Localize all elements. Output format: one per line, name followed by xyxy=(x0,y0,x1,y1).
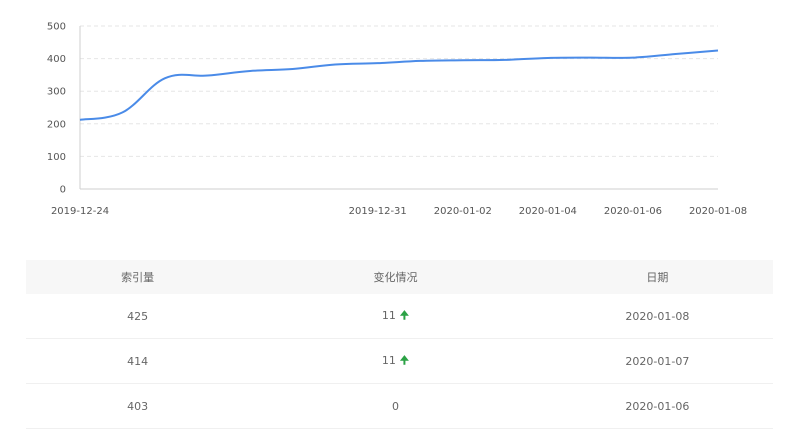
x-tick-label: 2019-12-24 xyxy=(51,206,109,217)
table-row: 414 11 🠉 2020-01-07 xyxy=(26,338,773,384)
change-value: 11 xyxy=(381,353,396,367)
index-trend-chart: 0 100 200 300 400 500 2019-12-24 2019-12-31 2020… xyxy=(47,22,747,218)
index-table: 索引量 变化情况 日期 425 11 🠉 2020-01-08 414 11 🠉 2… xyxy=(26,260,773,429)
table-row: 403 0 2020-01-06 xyxy=(26,383,773,429)
table-header-row: 索引量 变化情况 日期 xyxy=(26,260,773,294)
header-index-count: 索引量 xyxy=(26,260,250,294)
change-value: 11 xyxy=(381,308,396,322)
arrow-up-icon: 🠉 xyxy=(399,353,410,367)
cell-change: 11 🠉 xyxy=(249,338,542,384)
cell-date: 2020-01-07 xyxy=(541,338,773,384)
cell-change: 11 🠉 xyxy=(249,294,542,339)
cell-count: 414 xyxy=(26,338,250,384)
y-tick-label: 500 xyxy=(47,22,66,33)
table-row: 425 11 🠉 2020-01-08 xyxy=(26,294,773,339)
x-tick-label: 2020-01-06 xyxy=(604,206,662,217)
series-line xyxy=(79,49,719,121)
cell-count: 425 xyxy=(26,294,250,339)
change-value: 0 xyxy=(391,399,399,413)
cell-change: 0 xyxy=(249,383,542,429)
cell-date: 2020-01-06 xyxy=(541,383,773,429)
y-tick-label: 300 xyxy=(47,87,66,98)
y-tick-label: 0 xyxy=(60,185,66,196)
y-tick-label: 400 xyxy=(47,54,66,65)
x-tick-label: 2019-12-31 xyxy=(349,206,407,217)
y-tick-label: 200 xyxy=(47,119,66,130)
y-tick-label: 100 xyxy=(47,152,66,163)
cell-count: 403 xyxy=(26,383,250,429)
header-date: 日期 xyxy=(541,260,773,294)
x-tick-label: 2020-01-08 xyxy=(689,206,747,217)
x-tick-label: 2020-01-02 xyxy=(434,206,492,217)
cell-date: 2020-01-08 xyxy=(541,294,773,339)
x-tick-label: 2020-01-04 xyxy=(519,206,577,217)
header-change: 变化情况 xyxy=(249,260,542,294)
arrow-up-icon: 🠉 xyxy=(399,308,410,322)
